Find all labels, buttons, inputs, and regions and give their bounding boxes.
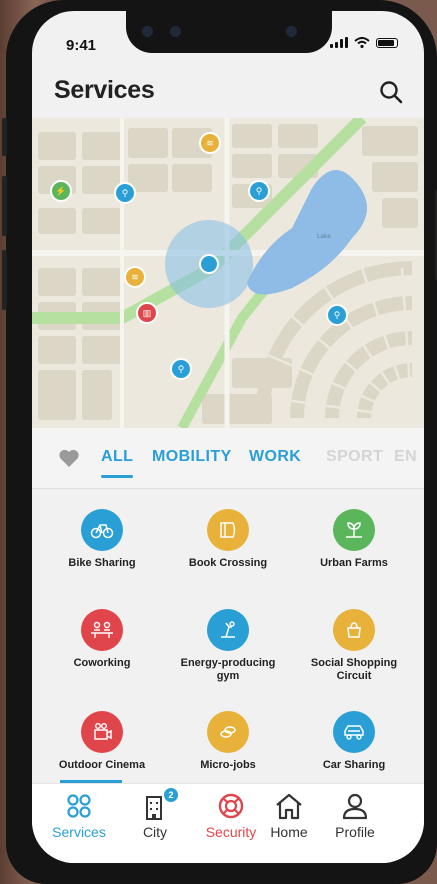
mute-switch [2,118,7,156]
battery-icon [376,37,398,48]
status-icons [330,37,398,48]
service-label: Social Shopping Circuit [310,657,398,682]
service-label: Outdoor Cinema [58,759,146,771]
service-urban-farms[interactable]: Urban Farms [294,509,414,570]
cinema-icon [81,711,123,753]
nav-label: Profile [335,824,375,840]
charging-pin-icon[interactable]: ⚡ [50,180,72,202]
farm-icon [333,509,375,551]
service-energy-gym[interactable]: Energy-producing gym [168,609,288,683]
shopping-icon [333,609,375,651]
camera-icon [286,26,297,37]
wifi-pin-icon[interactable]: ≋ [199,132,221,154]
wifi-pin-icon[interactable]: ≋ [124,266,146,288]
active-tab-indicator [101,475,133,478]
category-tabs: ALL MOBILITY WORK SPORT EN [32,428,424,489]
tab-mobility[interactable]: MOBILITY [152,448,232,466]
nav-services[interactable]: Services [44,790,114,840]
bike-pin-icon[interactable]: ⚲ [326,304,348,326]
service-label: Energy-producing gym [180,657,276,682]
signal-icon [330,37,348,48]
bike-pin-icon[interactable]: ⚲ [114,182,136,204]
coins-icon [207,711,249,753]
search-icon[interactable] [378,79,404,105]
service-social-shopping[interactable]: Social Shopping Circuit [294,609,414,683]
service-label: Book Crossing [188,557,268,569]
nav-label: City [142,824,168,840]
service-label: Bike Sharing [68,557,136,569]
service-coworking[interactable]: Coworking [42,609,162,670]
volume-up-button [2,176,7,236]
services-grid-icon [44,790,114,822]
nav-label: Services [52,824,106,840]
current-location-dot [199,254,219,274]
service-book-crossing[interactable]: Book Crossing [168,509,288,570]
sensor-icon [142,26,153,37]
museum-pin-icon[interactable]: ▥ [136,302,158,324]
nav-label: Home [270,824,308,840]
bike-icon [81,509,123,551]
notch [126,11,332,53]
service-label: Coworking [73,657,131,669]
tab-sport[interactable]: SPORT [326,448,383,466]
status-time: 9:41 [66,37,97,54]
volume-down-button [2,250,7,310]
lake-label: Lake [317,233,331,240]
tab-work[interactable]: WORK [249,448,301,466]
nav-city[interactable]: 2 City [120,788,190,840]
phone-frame: 9:41 Services Lake ≋ ⚡ ⚲ ⚲ ≋ ▥ ⚲ ⚲ ALL M… [2,0,437,884]
wifi-icon [354,37,370,48]
services-grid: Bike Sharing Book Crossing Urban Farms C… [32,489,424,787]
profile-icon [320,790,390,822]
service-car-sharing[interactable]: Car Sharing [294,711,414,772]
nav-home[interactable]: Home [254,790,324,840]
bike-pin-icon[interactable]: ⚲ [248,180,270,202]
services-map[interactable]: Lake ≋ ⚡ ⚲ ⚲ ≋ ▥ ⚲ ⚲ [32,118,424,428]
bike-pin-icon[interactable]: ⚲ [170,358,192,380]
tab-en[interactable]: EN [394,448,417,466]
gym-icon [207,609,249,651]
coworking-icon [81,609,123,651]
service-label: Car Sharing [322,759,386,771]
nav-profile[interactable]: Profile [320,790,390,840]
book-icon [207,509,249,551]
favorites-heart-icon[interactable] [58,448,80,468]
service-label: Micro-jobs [200,759,256,771]
tab-all[interactable]: ALL [101,448,133,466]
service-label: Urban Farms [320,557,388,569]
page-title: Services [54,76,155,104]
home-icon [254,790,324,822]
service-bike-sharing[interactable]: Bike Sharing [42,509,162,570]
city-badge: 2 [164,788,178,802]
bottom-nav: Services 2 City Security Home Profile [32,783,424,863]
service-micro-jobs[interactable]: Micro-jobs [168,711,288,772]
service-outdoor-cinema[interactable]: Outdoor Cinema [42,711,162,772]
sensor-icon [170,26,181,37]
app-screen: 9:41 Services Lake ≋ ⚡ ⚲ ⚲ ≋ ▥ ⚲ ⚲ ALL M… [32,11,424,863]
car-icon [333,711,375,753]
city-building-icon: 2 [120,788,190,822]
